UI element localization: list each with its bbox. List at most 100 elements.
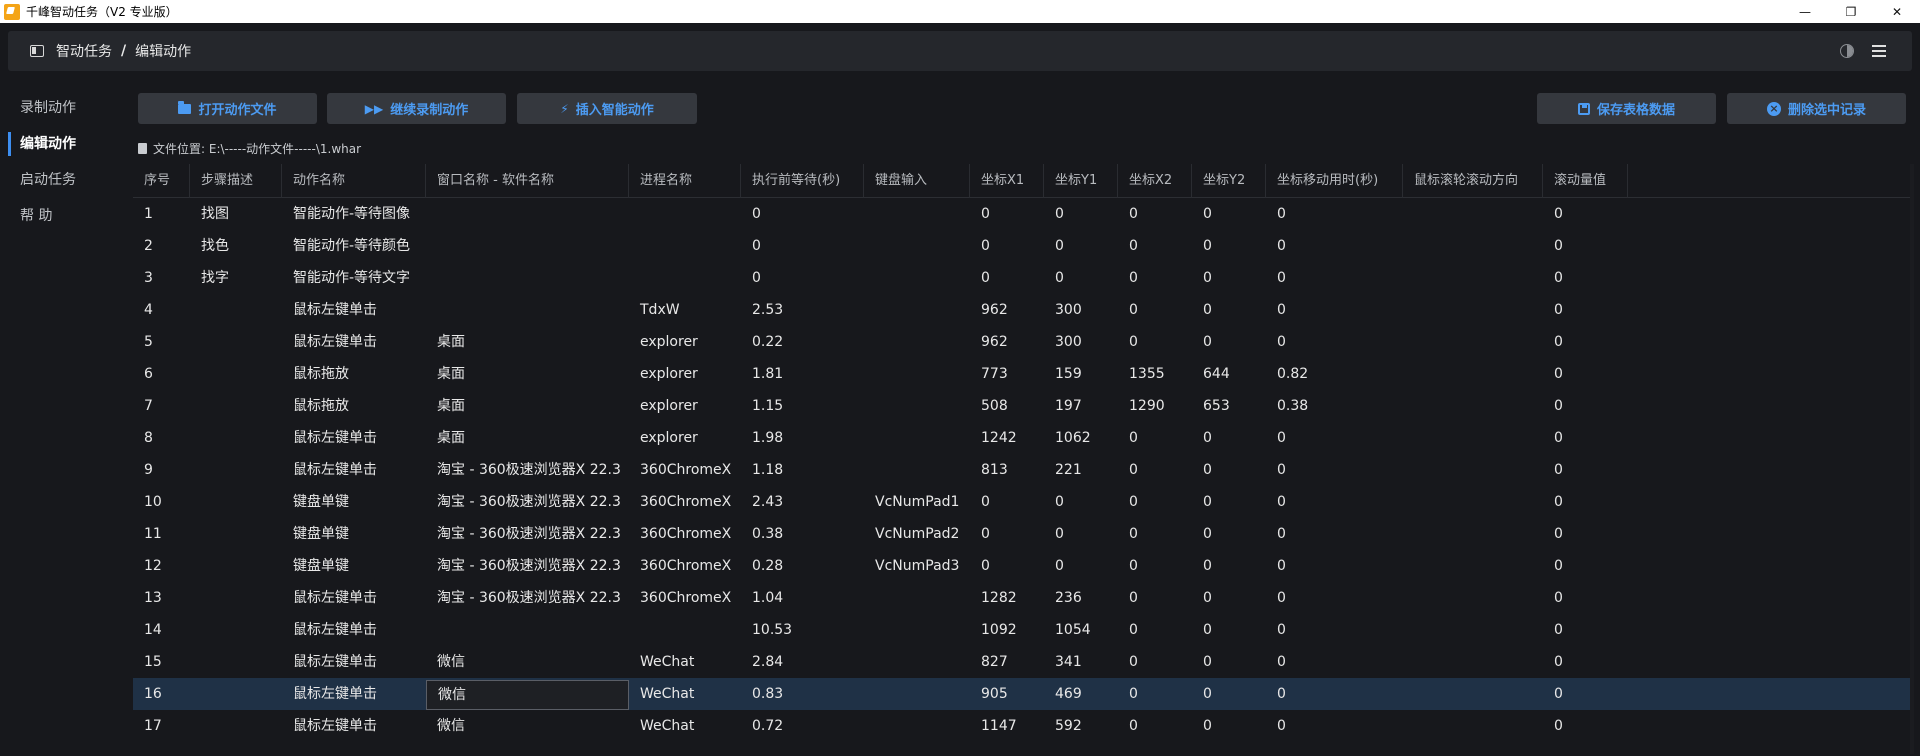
- table-cell[interactable]: 淘宝 - 360极速浏览器X 22.3: [426, 582, 629, 614]
- table-cell[interactable]: 0: [1266, 198, 1403, 230]
- table-cell[interactable]: 592: [1044, 710, 1118, 742]
- table-cell[interactable]: 微信: [426, 646, 629, 678]
- table-cell[interactable]: 找色: [190, 230, 282, 262]
- table-cell[interactable]: [190, 422, 282, 454]
- table-cell[interactable]: 0.72: [741, 710, 864, 742]
- column-header[interactable]: 序号: [133, 163, 190, 198]
- table-cell[interactable]: [1403, 710, 1543, 742]
- table-cell[interactable]: 0: [1118, 486, 1192, 518]
- table-cell[interactable]: 淘宝 - 360极速浏览器X 22.3: [426, 550, 629, 582]
- table-cell[interactable]: 找字: [190, 262, 282, 294]
- column-header[interactable]: 坐标X1: [970, 163, 1044, 198]
- table-cell[interactable]: [1403, 582, 1543, 614]
- table-cell[interactable]: 962: [970, 326, 1044, 358]
- table-cell[interactable]: [1403, 390, 1543, 422]
- table-cell[interactable]: 469: [1044, 678, 1118, 710]
- table-cell[interactable]: [1403, 262, 1543, 294]
- table-cell[interactable]: 0: [1044, 198, 1118, 230]
- table-row[interactable]: 16 鼠标左键单击 微信 WeChat 0.83 905 469 0 0 0 0: [133, 678, 1910, 710]
- table-cell[interactable]: 微信: [426, 679, 629, 710]
- table-row[interactable]: 14 鼠标左键单击 10.53 1092 1054 0 0 0 0: [133, 614, 1910, 646]
- table-cell[interactable]: [864, 262, 970, 294]
- table-cell[interactable]: 0: [1118, 518, 1192, 550]
- table-cell[interactable]: 0: [1543, 678, 1628, 710]
- table-cell[interactable]: 0: [1543, 550, 1628, 582]
- table-cell[interactable]: 淘宝 - 360极速浏览器X 22.3: [426, 454, 629, 486]
- table-cell[interactable]: 0: [970, 518, 1044, 550]
- sidebar-item-start[interactable]: 启动任务: [8, 162, 123, 198]
- table-cell[interactable]: 桌面: [426, 390, 629, 422]
- table-cell[interactable]: 0: [1543, 646, 1628, 678]
- table-cell[interactable]: 1282: [970, 582, 1044, 614]
- table-cell[interactable]: 2.53: [741, 294, 864, 326]
- table-cell[interactable]: [190, 326, 282, 358]
- table-cell[interactable]: [426, 262, 629, 294]
- table-cell[interactable]: 1.81: [741, 358, 864, 390]
- table-cell[interactable]: 1.98: [741, 422, 864, 454]
- table-cell[interactable]: 0: [1266, 230, 1403, 262]
- table-cell[interactable]: 1355: [1118, 358, 1192, 390]
- table-cell[interactable]: [864, 710, 970, 742]
- table-row[interactable]: 7 鼠标拖放 桌面 explorer 1.15 508 197 1290 653 0.38 0: [133, 390, 1910, 422]
- table-cell[interactable]: 0: [1543, 486, 1628, 518]
- table-cell[interactable]: [426, 614, 629, 646]
- sidebar-item-edit[interactable]: 编辑动作: [8, 126, 123, 162]
- table-row[interactable]: 1 找图 智能动作-等待图像 0 0 0 0 0 0 0: [133, 198, 1910, 230]
- table-cell[interactable]: 13: [133, 582, 190, 614]
- table-cell[interactable]: 0: [970, 230, 1044, 262]
- restore-button[interactable]: ❐: [1828, 0, 1874, 23]
- table-cell[interactable]: 鼠标左键单击: [282, 326, 426, 358]
- column-header[interactable]: 鼠标滚轮滚动方向: [1403, 163, 1543, 198]
- table-row[interactable]: 13 鼠标左键单击 淘宝 - 360极速浏览器X 22.3 360ChromeX 1.0…: [133, 582, 1910, 614]
- table-row[interactable]: 15 鼠标左键单击 微信 WeChat 2.84 827 341 0 0 0 0: [133, 646, 1910, 678]
- table-cell[interactable]: 360ChromeX: [629, 550, 741, 582]
- table-cell[interactable]: 2.84: [741, 646, 864, 678]
- table-cell[interactable]: 鼠标左键单击: [282, 678, 426, 710]
- table-cell[interactable]: [1403, 422, 1543, 454]
- table-cell[interactable]: 0: [1266, 550, 1403, 582]
- table-cell[interactable]: 1092: [970, 614, 1044, 646]
- table-cell[interactable]: 0.83: [741, 678, 864, 710]
- table-cell[interactable]: explorer: [629, 326, 741, 358]
- table-cell[interactable]: 1147: [970, 710, 1044, 742]
- table-cell[interactable]: 0: [1543, 326, 1628, 358]
- table-cell[interactable]: 0: [1118, 614, 1192, 646]
- table-cell[interactable]: 16: [133, 678, 190, 710]
- table-cell[interactable]: 0: [1543, 710, 1628, 742]
- table-cell[interactable]: 2: [133, 230, 190, 262]
- table-cell[interactable]: 桌面: [426, 326, 629, 358]
- table-cell[interactable]: 鼠标左键单击: [282, 646, 426, 678]
- table-cell[interactable]: [629, 614, 741, 646]
- table-cell[interactable]: 0: [1543, 198, 1628, 230]
- table-cell[interactable]: 11: [133, 518, 190, 550]
- table-cell[interactable]: 300: [1044, 326, 1118, 358]
- table-cell[interactable]: 0: [1118, 326, 1192, 358]
- table-cell[interactable]: 键盘单键: [282, 486, 426, 518]
- column-header[interactable]: 坐标Y2: [1192, 163, 1266, 198]
- table-cell[interactable]: 8: [133, 422, 190, 454]
- table-cell[interactable]: [1403, 550, 1543, 582]
- table-cell[interactable]: 1290: [1118, 390, 1192, 422]
- table-cell[interactable]: VcNumPad3: [864, 550, 970, 582]
- table-cell[interactable]: 360ChromeX: [629, 582, 741, 614]
- table-cell[interactable]: [1403, 326, 1543, 358]
- table-cell[interactable]: 0: [1192, 262, 1266, 294]
- table-cell[interactable]: VcNumPad1: [864, 486, 970, 518]
- table-cell[interactable]: 159: [1044, 358, 1118, 390]
- table-cell[interactable]: [1403, 518, 1543, 550]
- table-cell[interactable]: 0: [970, 198, 1044, 230]
- table-cell[interactable]: [1403, 678, 1543, 710]
- table-row[interactable]: 12 键盘单键 淘宝 - 360极速浏览器X 22.3 360ChromeX 0.28 V…: [133, 550, 1910, 582]
- table-cell[interactable]: [864, 582, 970, 614]
- table-cell[interactable]: 5: [133, 326, 190, 358]
- table-cell[interactable]: 智能动作-等待文字: [282, 262, 426, 294]
- table-cell[interactable]: [864, 198, 970, 230]
- table-cell[interactable]: 17: [133, 710, 190, 742]
- table-cell[interactable]: 0: [1192, 326, 1266, 358]
- table-cell[interactable]: [190, 390, 282, 422]
- table-cell[interactable]: [864, 390, 970, 422]
- table-cell[interactable]: 813: [970, 454, 1044, 486]
- table-cell[interactable]: 0: [741, 262, 864, 294]
- table-cell[interactable]: 鼠标拖放: [282, 358, 426, 390]
- table-cell[interactable]: 9: [133, 454, 190, 486]
